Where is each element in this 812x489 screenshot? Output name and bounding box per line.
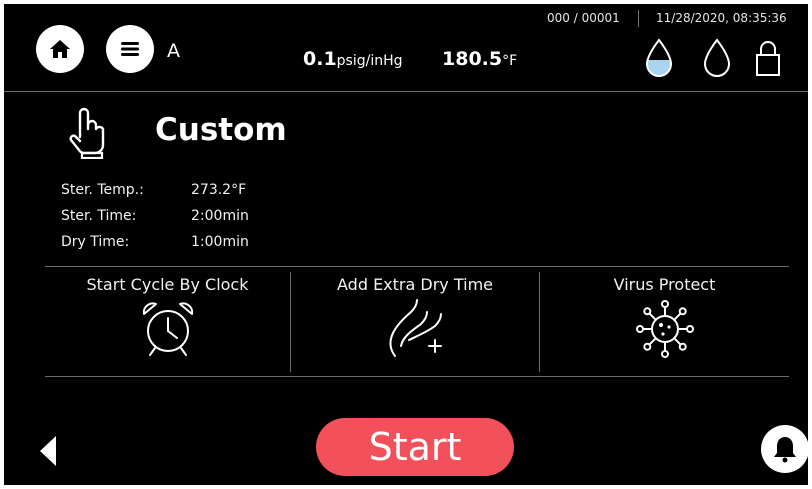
bell-icon: [774, 437, 796, 463]
home-button[interactable]: [36, 25, 84, 73]
virus-icon: [635, 300, 694, 358]
cycle-title: Custom: [155, 112, 287, 148]
date-time: 11/28/2020, 08:35:36: [656, 11, 787, 25]
dry-time-value: 1:00min: [191, 234, 249, 250]
virus-protect-label: Virus Protect: [613, 275, 716, 294]
pressure-unit: psig/inHg: [336, 53, 403, 69]
temperature-readout: 180.5°F: [442, 48, 517, 70]
ster-time-value: 2:00min: [191, 208, 249, 224]
ster-temp-value: 273.2°F: [191, 182, 247, 198]
water-drop-icon[interactable]: [702, 38, 732, 78]
back-arrow-icon[interactable]: [38, 434, 58, 468]
alarm-bell-button[interactable]: [761, 425, 808, 473]
hand-pointer-icon: [69, 107, 105, 159]
home-icon: [50, 40, 70, 58]
start-cycle-by-clock-button[interactable]: Start Cycle By Clock: [45, 272, 290, 372]
alarm-clock-icon: [142, 302, 193, 356]
header-separator: [638, 10, 639, 27]
add-extra-dry-time-label: Add Extra Dry Time: [337, 275, 493, 294]
pressure-readout: 0.1psig/inHg: [303, 48, 403, 70]
dry-time-label: Dry Time:: [61, 234, 130, 250]
header-divider: [4, 91, 808, 92]
water-drop-filled-icon[interactable]: [644, 38, 674, 78]
virus-protect-button[interactable]: Virus Protect: [540, 272, 789, 372]
lock-icon[interactable]: [754, 38, 782, 78]
start-button[interactable]: Start: [316, 418, 514, 476]
add-dry-time-icon: [389, 299, 442, 357]
temperature-unit: °F: [502, 53, 518, 69]
temperature-value: 180.5: [442, 48, 503, 70]
menu-icon: [121, 42, 139, 56]
cycle-counter: 000 / 00001: [547, 11, 620, 25]
options-top-divider: [45, 266, 789, 267]
options-bottom-divider: [45, 376, 789, 377]
ster-time-label: Ster. Time:: [61, 208, 137, 224]
add-extra-dry-time-button[interactable]: Add Extra Dry Time: [291, 272, 539, 372]
menu-button[interactable]: [106, 25, 154, 73]
start-cycle-by-clock-label: Start Cycle By Clock: [86, 275, 249, 294]
pressure-value: 0.1: [303, 48, 337, 70]
profile-letter: A: [167, 40, 180, 62]
ster-temp-label: Ster. Temp.:: [61, 182, 144, 198]
screen: A 000 / 00001 11/28/2020, 08:35:36 0.1ps…: [4, 4, 808, 485]
